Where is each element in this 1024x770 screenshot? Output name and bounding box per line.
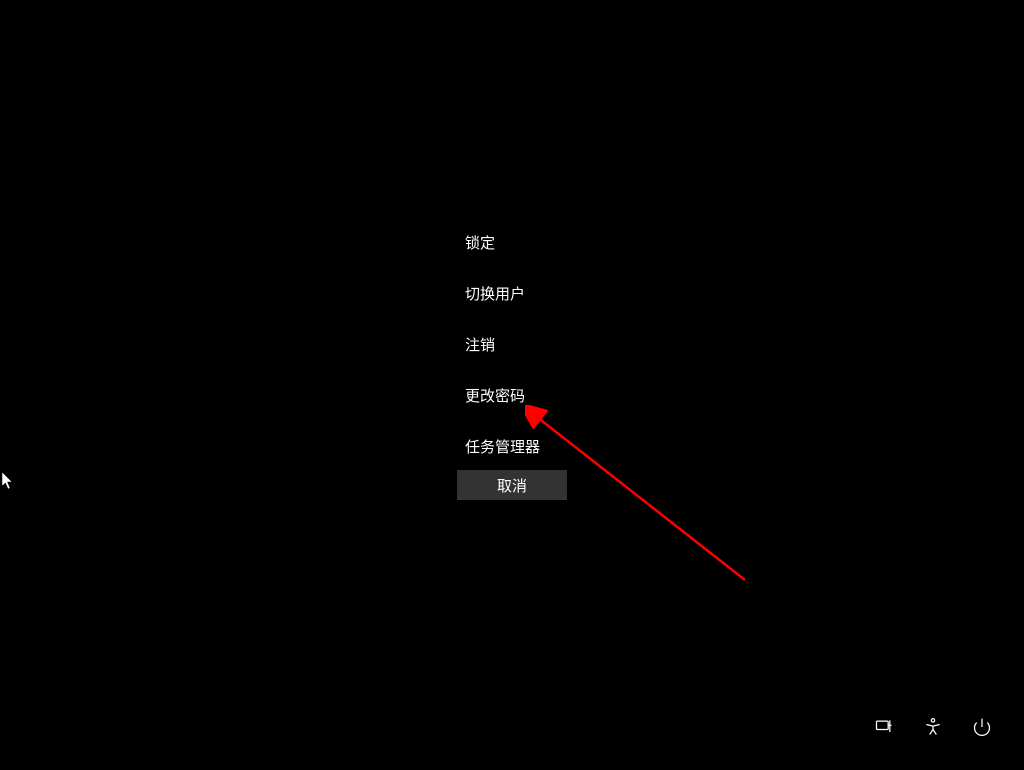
accessibility-icon	[923, 717, 943, 740]
change-password-option[interactable]: 更改密码	[457, 373, 548, 418]
sign-out-option[interactable]: 注销	[457, 322, 548, 367]
lock-option[interactable]: 锁定	[457, 220, 548, 265]
switch-user-option[interactable]: 切换用户	[457, 271, 548, 316]
annotation-arrow	[525, 405, 765, 595]
security-options-menu: 锁定 切换用户 注销 更改密码 任务管理器	[457, 220, 548, 475]
accessibility-button[interactable]	[921, 716, 945, 740]
power-icon	[972, 717, 992, 740]
network-button[interactable]	[872, 716, 896, 740]
bottom-toolbar	[872, 716, 994, 740]
mouse-cursor	[2, 472, 14, 490]
power-button[interactable]	[970, 716, 994, 740]
task-manager-option[interactable]: 任务管理器	[457, 424, 548, 469]
cancel-button[interactable]: 取消	[457, 470, 567, 500]
network-icon	[874, 717, 894, 740]
